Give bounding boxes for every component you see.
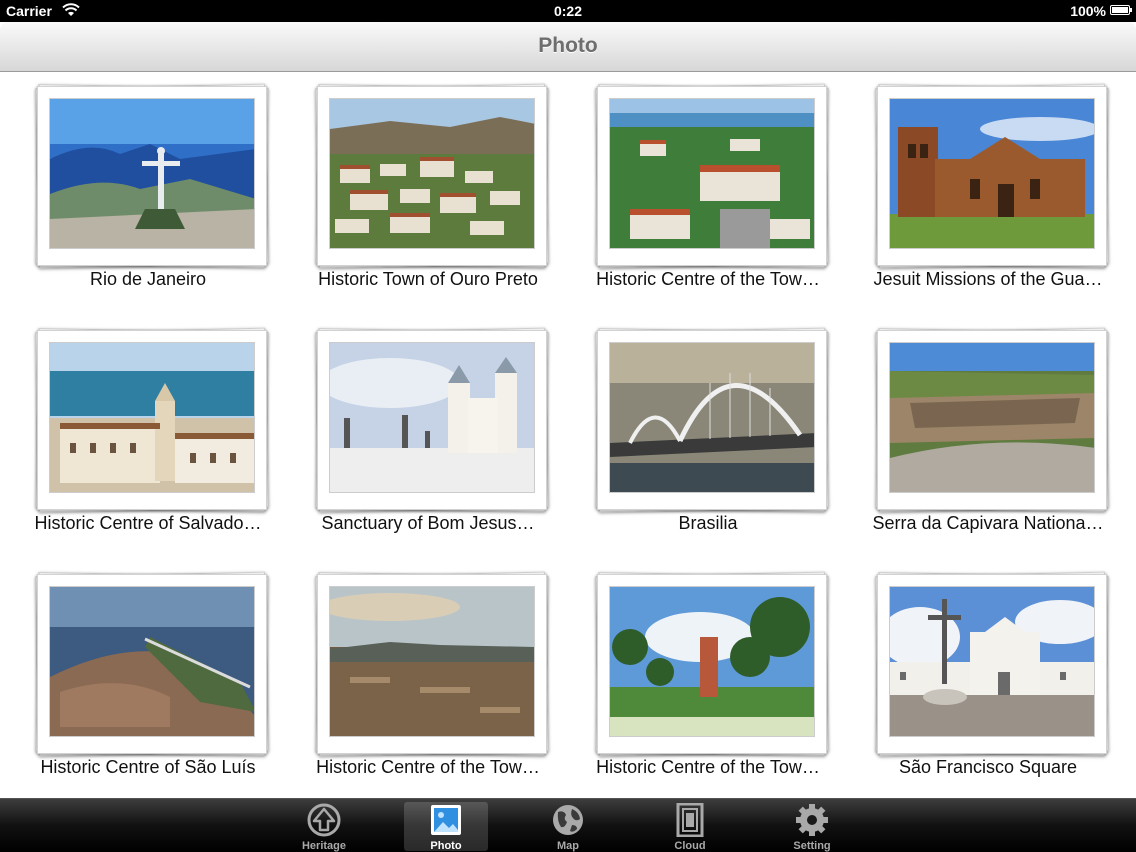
- photo-frame: [35, 83, 269, 269]
- photo-frame: [315, 327, 549, 513]
- photo-serra-da-capivara: [889, 342, 1095, 493]
- tab-cloud[interactable]: Cloud: [648, 802, 732, 852]
- photo-item-historic-centre-1[interactable]: Historic Centre of the Tow…: [560, 72, 840, 316]
- tab-map[interactable]: Map: [526, 802, 610, 852]
- photo-frame: [875, 571, 1109, 757]
- photo-item-historic-centre-3[interactable]: Historic Centre of the Tow…: [560, 560, 840, 804]
- photo-caption: Historic Centre of the Tow…: [596, 757, 820, 777]
- tab-setting[interactable]: Setting: [770, 802, 854, 852]
- tab-label: Photo: [430, 840, 462, 852]
- photo-caption: Historic Centre of Salvado…: [34, 513, 262, 533]
- photo-frame: [595, 327, 829, 513]
- photo-item-sao-francisco[interactable]: São Francisco Square: [840, 560, 1120, 804]
- status-bar: Carrier 0:22 100%: [0, 0, 1136, 22]
- battery-icon: [1110, 5, 1132, 15]
- photo-caption: Jesuit Missions of the Gua…: [873, 269, 1103, 289]
- photo-item-sao-luis[interactable]: Historic Centre of São Luís: [0, 560, 280, 804]
- tab-label: Setting: [793, 840, 831, 852]
- photo-caption: Historic Centre of the Tow…: [596, 269, 820, 289]
- globe-icon: [553, 805, 583, 835]
- navigation-bar: Photo: [0, 22, 1136, 72]
- photo-historic-centre-3: [609, 586, 815, 737]
- photo-item-ouro-preto[interactable]: Historic Town of Ouro Preto: [280, 72, 560, 316]
- photo-caption: São Francisco Square: [898, 757, 1078, 777]
- page-title: Photo: [538, 34, 598, 57]
- photo-sao-luis: [49, 586, 255, 737]
- tab-bar: Heritage Photo Map Cloud Setting: [0, 798, 1136, 852]
- photo-historic-centre-1: [609, 98, 815, 249]
- photo-bom-jesus: [329, 342, 535, 493]
- photo-caption: Sanctuary of Bom Jesus…: [321, 513, 535, 533]
- photo-caption: Historic Centre of São Luís: [40, 757, 256, 777]
- photo-icon: [431, 805, 461, 835]
- photo-frame: [315, 571, 549, 757]
- heritage-icon: [307, 803, 341, 837]
- tab-label: Map: [557, 840, 579, 852]
- photo-item-jesuit-missions[interactable]: Jesuit Missions of the Gua…: [840, 72, 1120, 316]
- photo-frame: [35, 327, 269, 513]
- tab-photo[interactable]: Photo: [404, 802, 488, 852]
- photo-grid: Rio de Janeiro Historic Town of Ouro Pre…: [0, 72, 1136, 798]
- photo-caption: Historic Centre of the Tow…: [316, 757, 540, 777]
- photo-jesuit-missions: [889, 98, 1095, 249]
- photo-brasilia: [609, 342, 815, 493]
- photo-caption: Rio de Janeiro: [89, 269, 207, 289]
- photo-frame: [35, 571, 269, 757]
- photo-item-brasilia[interactable]: Brasilia: [560, 316, 840, 560]
- photo-frame: [875, 327, 1109, 513]
- photo-item-historic-centre-2[interactable]: Historic Centre of the Tow…: [280, 560, 560, 804]
- photo-sao-francisco: [889, 586, 1095, 737]
- photo-ouro-preto: [329, 98, 535, 249]
- photo-item-bom-jesus[interactable]: Sanctuary of Bom Jesus…: [280, 316, 560, 560]
- photo-item-salvador[interactable]: Historic Centre of Salvado…: [0, 316, 280, 560]
- photo-item-rio[interactable]: Rio de Janeiro: [0, 72, 280, 316]
- tab-label: Heritage: [301, 840, 347, 852]
- photo-historic-centre-2: [329, 586, 535, 737]
- photo-item-serra-da-capivara[interactable]: Serra da Capivara Nationa…: [840, 316, 1120, 560]
- photo-caption: Historic Town of Ouro Preto: [318, 269, 538, 289]
- gear-icon: [796, 804, 828, 836]
- photo-rio-de-janeiro: [49, 98, 255, 249]
- battery-percent: 100%: [1070, 3, 1106, 19]
- photo-frame: [315, 83, 549, 269]
- photo-salvador: [49, 342, 255, 493]
- photo-frame: [595, 571, 829, 757]
- cloud-icon: [676, 803, 704, 837]
- photo-caption: Serra da Capivara Nationa…: [872, 513, 1104, 533]
- photo-frame: [875, 83, 1109, 269]
- clock: 0:22: [553, 3, 583, 19]
- photo-caption: Brasilia: [678, 513, 738, 533]
- photo-frame: [595, 83, 829, 269]
- tab-heritage[interactable]: Heritage: [282, 802, 366, 852]
- tab-label: Cloud: [674, 840, 706, 852]
